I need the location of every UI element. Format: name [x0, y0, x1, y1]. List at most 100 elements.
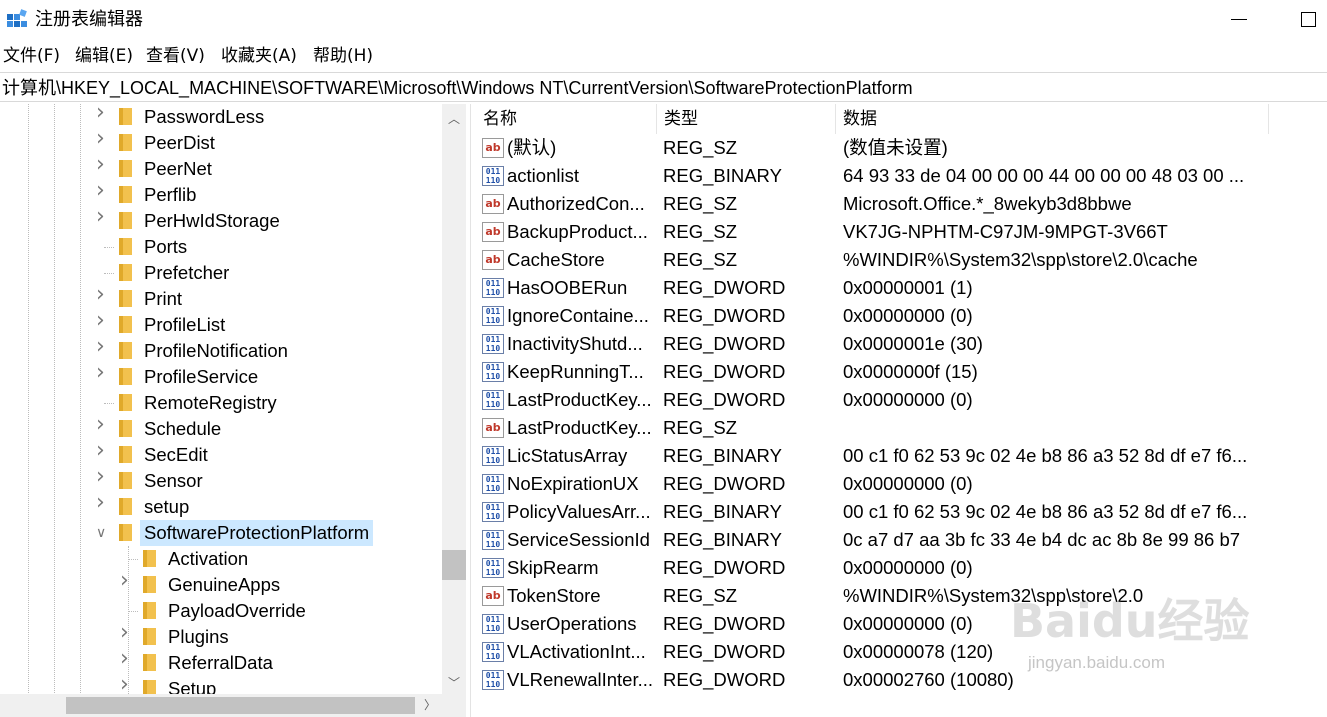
value-type: REG_DWORD [663, 333, 786, 354]
tree-item[interactable]: › Sensor [0, 466, 440, 494]
column-header-type[interactable]: 类型 [657, 104, 836, 134]
tree-item[interactable]: › Perflib [0, 180, 440, 208]
tree-vertical-scrollbar[interactable]: ︿ ﹀ [442, 104, 466, 694]
column-header-data[interactable]: 数据 [836, 104, 1269, 134]
address-bar[interactable]: 计算机\HKEY_LOCAL_MACHINE\SOFTWARE\Microsof… [0, 72, 1327, 102]
chevron-right-icon[interactable]: › [96, 440, 108, 462]
registry-value-row[interactable]: 011 110 KeepRunningT... REG_DWORD 0x0000000… [476, 358, 1327, 386]
tree-item[interactable]: › Schedule [0, 414, 440, 442]
minimize-button[interactable] [1217, 0, 1263, 40]
registry-value-row[interactable]: 011 110 LastProductKey... REG_DWORD 0x00000… [476, 386, 1327, 414]
tree-item[interactable]: › ProfileList [0, 310, 440, 338]
tree-item[interactable]: › SecEdit [0, 440, 440, 468]
tree-item[interactable]: ∨ SoftwareProtectionPlatform [0, 520, 440, 546]
folder-icon [119, 394, 132, 411]
value-name: actionlist [507, 165, 579, 186]
value-name: HasOOBERun [507, 277, 628, 298]
registry-value-row[interactable]: ab LastProductKey... REG_SZ [476, 414, 1327, 442]
registry-value-row[interactable]: 011 110 PolicyValuesArr... REG_BINARY 00 c1… [476, 498, 1327, 526]
binary-value-icon: 011 110 [482, 614, 504, 634]
chevron-right-icon[interactable]: › [96, 154, 108, 176]
chevron-right-icon[interactable]: › [96, 206, 108, 228]
tree-item[interactable]: Prefetcher [0, 260, 440, 286]
registry-value-row[interactable]: 011 110 IgnoreContaine... REG_DWORD 0x00000… [476, 302, 1327, 330]
tree-item-label: Prefetcher [144, 262, 230, 283]
pane-splitter[interactable] [470, 104, 475, 717]
value-data: 0x00000001 (1) [843, 277, 973, 298]
value-type: REG_SZ [663, 221, 738, 242]
binary-value-icon: 011 110 [482, 502, 504, 522]
tree-item[interactable]: Activation [0, 546, 440, 572]
tree-item[interactable]: › Plugins [0, 622, 440, 650]
chevron-right-icon[interactable]: › [96, 284, 108, 306]
tree-item[interactable]: › PerHwIdStorage [0, 206, 440, 234]
registry-value-row[interactable]: 011 110 SkipRearm REG_DWORD 0x00000000 (0) [476, 554, 1327, 582]
chevron-right-icon[interactable]: › [96, 492, 108, 514]
tree-item[interactable]: › ProfileService [0, 362, 440, 390]
registry-key-tree: › PasswordLess › PeerDist › PeerNet › Perflib › P… [0, 104, 467, 717]
chevron-down-icon[interactable]: ∨ [96, 525, 108, 541]
chevron-right-icon[interactable]: › [120, 648, 132, 670]
value-type: REG_DWORD [663, 669, 786, 690]
registry-value-row[interactable]: 011 110 InactivityShutd... REG_DWORD 0x0000… [476, 330, 1327, 358]
tree-item[interactable]: › GenuineApps [0, 570, 440, 598]
chevron-right-icon[interactable]: › [96, 336, 108, 358]
scroll-right-arrow-icon[interactable]: 〉 [418, 694, 442, 717]
scroll-down-arrow-icon[interactable]: ﹀ [442, 672, 466, 694]
tree-vertical-scroll-thumb[interactable] [442, 550, 466, 580]
tree-item-label: Print [144, 288, 183, 309]
chevron-right-icon[interactable]: › [96, 414, 108, 436]
registry-value-row[interactable]: ab AuthorizedCon... REG_SZ Microsoft.Office… [476, 190, 1327, 218]
folder-icon [119, 446, 132, 463]
chevron-right-icon[interactable]: › [96, 104, 108, 124]
menu-file[interactable]: 文件(F) [3, 44, 60, 68]
menu-favorites[interactable]: 收藏夹(A) [221, 44, 297, 68]
tree-guide-line [128, 559, 138, 560]
tree-item[interactable]: › ProfileNotification [0, 336, 440, 364]
tree-item[interactable]: › PeerDist [0, 128, 440, 156]
tree-item[interactable]: PayloadOverride [0, 598, 440, 624]
chevron-right-icon[interactable]: › [96, 362, 108, 384]
value-name: UserOperations [507, 613, 637, 634]
column-header-name[interactable]: 名称 [476, 104, 657, 134]
value-data: Microsoft.Office.*_8wekyb3d8bbwe [843, 193, 1132, 214]
registry-value-row[interactable]: 011 110 LicStatusArray REG_BINARY 00 c1 f0 … [476, 442, 1327, 470]
maximize-button[interactable] [1287, 0, 1327, 40]
chevron-right-icon[interactable]: › [120, 570, 132, 592]
tree-item[interactable]: › Print [0, 284, 440, 312]
registry-value-row[interactable]: 011 110 actionlist REG_BINARY 64 93 33 de 0… [476, 162, 1327, 190]
tree-item[interactable]: Ports [0, 234, 440, 260]
chevron-right-icon[interactable]: › [96, 310, 108, 332]
chevron-right-icon[interactable]: › [96, 180, 108, 202]
registry-value-row[interactable]: 011 110 NoExpirationUX REG_DWORD 0x00000000… [476, 470, 1327, 498]
tree-item[interactable]: › PasswordLess [0, 104, 440, 130]
registry-value-row[interactable]: ab (默认) REG_SZ (数值未设置) [476, 134, 1327, 162]
tree-horizontal-scroll-thumb[interactable] [66, 697, 415, 714]
tree-horizontal-scrollbar[interactable]: 〉 [0, 694, 442, 717]
folder-icon [119, 160, 132, 177]
registry-value-row[interactable]: 011 110 ServiceSessionId REG_BINARY 0c a7 d… [476, 526, 1327, 554]
chevron-right-icon[interactable]: › [120, 622, 132, 644]
value-name: InactivityShutd... [507, 333, 643, 354]
folder-icon [119, 264, 132, 281]
folder-icon [143, 576, 156, 593]
menu-help[interactable]: 帮助(H) [313, 44, 373, 68]
tree-item-label: GenuineApps [168, 574, 281, 595]
registry-value-row[interactable]: 011 110 HasOOBERun REG_DWORD 0x00000001 (1) [476, 274, 1327, 302]
chevron-right-icon[interactable]: › [96, 128, 108, 150]
tree-item[interactable]: › setup [0, 492, 440, 520]
address-path[interactable]: 计算机\HKEY_LOCAL_MACHINE\SOFTWARE\Microsof… [2, 76, 913, 100]
menu-view[interactable]: 查看(V) [146, 44, 205, 68]
chevron-right-icon[interactable]: › [96, 466, 108, 488]
value-type: REG_DWORD [663, 389, 786, 410]
tree-item[interactable]: › PeerNet [0, 154, 440, 182]
scroll-up-arrow-icon[interactable]: ︿ [442, 108, 466, 130]
chevron-right-icon[interactable]: › [120, 674, 132, 696]
binary-value-icon: 011 110 [482, 362, 504, 382]
value-type: REG_DWORD [663, 557, 786, 578]
tree-item[interactable]: › ReferralData [0, 648, 440, 676]
menu-edit[interactable]: 编辑(E) [75, 44, 133, 68]
tree-item[interactable]: RemoteRegistry [0, 390, 440, 416]
registry-value-row[interactable]: ab BackupProduct... REG_SZ VK7JG-NPHTM-C97J… [476, 218, 1327, 246]
registry-value-row[interactable]: ab CacheStore REG_SZ %WINDIR%\System32\spp\… [476, 246, 1327, 274]
